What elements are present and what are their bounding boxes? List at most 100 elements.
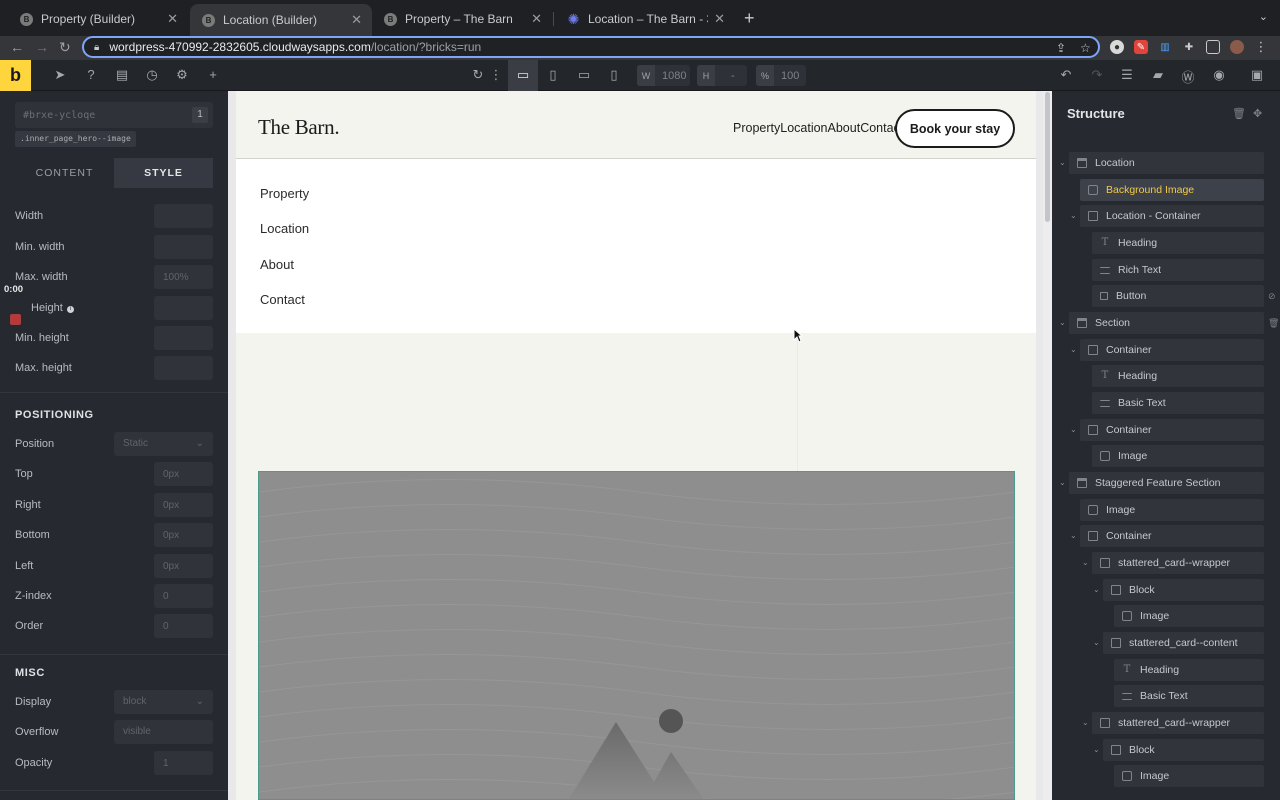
structure-icon[interactable]: ☰ bbox=[1119, 67, 1135, 83]
z-index-input[interactable]: 0 bbox=[154, 584, 213, 608]
chevron-down-icon[interactable]: ⌄ bbox=[1059, 158, 1066, 167]
tablet-portrait-icon[interactable]: ▯ bbox=[545, 67, 561, 83]
height-input[interactable] bbox=[154, 296, 213, 320]
structure-item[interactable]: Basic Text bbox=[1092, 392, 1264, 414]
wordpress-icon[interactable]: Ⓦ bbox=[1180, 67, 1196, 86]
refresh-icon[interactable]: ↻ bbox=[470, 67, 486, 83]
record-stop-icon[interactable] bbox=[10, 314, 21, 325]
structure-item[interactable]: T Heading bbox=[1092, 232, 1264, 254]
structure-item[interactable]: T Heading bbox=[1092, 365, 1264, 387]
structure-item[interactable]: Location - Container bbox=[1080, 205, 1264, 227]
sidepanel-icon[interactable] bbox=[1206, 40, 1220, 54]
chevron-down-icon[interactable]: ⌄ bbox=[1093, 638, 1100, 647]
structure-item[interactable]: Section bbox=[1069, 312, 1264, 334]
new-tab-icon[interactable]: + bbox=[744, 8, 755, 29]
extensions-puzzle-icon[interactable]: ✚ bbox=[1182, 40, 1196, 54]
chevron-down-icon[interactable]: ⌄ bbox=[1093, 585, 1100, 594]
structure-item[interactable]: T Heading bbox=[1114, 659, 1264, 681]
structure-item[interactable]: Rich Text bbox=[1092, 259, 1264, 281]
structure-item[interactable]: Container bbox=[1080, 419, 1264, 441]
left-input[interactable]: 0px bbox=[154, 554, 213, 578]
tab-property-the-barn[interactable]: B Property – The Barn ✕ bbox=[372, 6, 552, 32]
element-id-field[interactable]: #brxe-ycloqe bbox=[15, 102, 213, 128]
desktop-icon[interactable]: ▭ bbox=[515, 67, 531, 83]
scale-field[interactable]: % 100 bbox=[756, 65, 806, 86]
pages-icon[interactable]: ▤ bbox=[114, 67, 130, 83]
trash-icon[interactable]: 🗑︎ bbox=[1232, 107, 1246, 120]
structure-item[interactable]: Container bbox=[1080, 339, 1264, 361]
add-icon[interactable]: + bbox=[205, 67, 221, 82]
max-width-input[interactable]: 100% bbox=[154, 265, 213, 289]
width-field[interactable]: W 1080 bbox=[637, 65, 690, 86]
profile-avatar[interactable] bbox=[1230, 40, 1244, 54]
bookmark-star-icon[interactable]: ☆ bbox=[1080, 41, 1091, 55]
history-icon[interactable]: ◷ bbox=[144, 67, 160, 83]
display-select[interactable]: block ⌄ bbox=[114, 690, 213, 714]
nav-link-location[interactable]: Location bbox=[780, 121, 827, 135]
height-field[interactable]: H - bbox=[697, 65, 747, 86]
structure-item[interactable]: stattered_card--wrapper bbox=[1092, 552, 1264, 574]
nav-link-property[interactable]: Property bbox=[733, 121, 780, 135]
undo-icon[interactable]: ↶ bbox=[1058, 67, 1074, 83]
right-input[interactable]: 0px bbox=[154, 493, 213, 517]
chevron-down-icon[interactable]: ⌄ bbox=[1070, 345, 1077, 354]
structure-item[interactable]: Image bbox=[1092, 445, 1264, 467]
tab-property-builder[interactable]: B Property (Builder) ✕ bbox=[8, 6, 188, 32]
reload-icon[interactable]: ↻ bbox=[59, 39, 71, 56]
width-input[interactable] bbox=[154, 204, 213, 228]
mobile-nav-property[interactable]: Property bbox=[260, 186, 309, 201]
chevron-down-icon[interactable]: ⌄ bbox=[1093, 745, 1100, 754]
preview-eye-icon[interactable]: ◉ bbox=[1211, 67, 1227, 83]
chevron-down-icon[interactable]: ⌄ bbox=[1059, 478, 1066, 487]
expand-icon[interactable]: ✥ bbox=[1253, 107, 1262, 120]
share-icon[interactable]: ⇪ bbox=[1056, 41, 1066, 55]
canvas-scrollbar-thumb[interactable] bbox=[1045, 92, 1050, 222]
tab-location-builder[interactable]: B Location (Builder) ✕ bbox=[190, 4, 372, 36]
opacity-input[interactable]: 1 bbox=[154, 751, 213, 775]
structure-item[interactable]: Image bbox=[1114, 605, 1264, 627]
hide-icon[interactable]: ⊘ bbox=[1268, 291, 1276, 302]
close-icon[interactable]: ✕ bbox=[714, 11, 725, 27]
misc-heading[interactable]: MISC bbox=[15, 667, 45, 679]
position-select[interactable]: Static ⌄ bbox=[114, 432, 213, 456]
extension-pen-icon[interactable]: ✎ bbox=[1134, 40, 1148, 54]
chevron-down-icon[interactable]: ⌄ bbox=[1082, 718, 1089, 727]
structure-item[interactable]: Button bbox=[1092, 285, 1264, 307]
chevron-down-icon[interactable]: ⌄ bbox=[1070, 425, 1077, 434]
site-brand[interactable]: The Barn. bbox=[258, 115, 340, 140]
chevron-down-icon[interactable]: ⌄ bbox=[1070, 531, 1077, 540]
settings-gear-icon[interactable]: ⚙ bbox=[174, 67, 190, 83]
nav-link-about[interactable]: About bbox=[828, 121, 861, 135]
class-chip[interactable]: .inner_page_hero--image bbox=[15, 131, 136, 147]
structure-item[interactable]: Block bbox=[1103, 579, 1264, 601]
close-icon[interactable]: ✕ bbox=[351, 12, 362, 28]
tablet-landscape-icon[interactable]: ▭ bbox=[576, 67, 592, 83]
mobile-nav-contact[interactable]: Contact bbox=[260, 292, 305, 307]
tab-location-the-barn[interactable]: ✺ Location – The Barn - 31 August ✕ bbox=[555, 6, 735, 32]
structure-item[interactable]: Basic Text bbox=[1114, 685, 1264, 707]
help-icon[interactable]: ? bbox=[83, 67, 99, 82]
structure-item[interactable]: Container bbox=[1080, 525, 1264, 547]
forward-icon[interactable]: → bbox=[35, 39, 49, 55]
min-width-input[interactable] bbox=[154, 235, 213, 259]
structure-item[interactable]: Staggered Feature Section bbox=[1069, 472, 1264, 494]
folder-icon[interactable]: ▰ bbox=[1150, 67, 1166, 83]
more-icon[interactable]: ⋮ bbox=[488, 67, 504, 83]
structure-item[interactable]: Background Image bbox=[1080, 179, 1264, 201]
redo-icon[interactable]: ↷ bbox=[1089, 67, 1105, 83]
chevron-down-icon[interactable]: ⌄ bbox=[1082, 558, 1089, 567]
chevron-down-icon[interactable]: ⌄ bbox=[1070, 211, 1077, 220]
save-icon[interactable]: ▣ bbox=[1249, 67, 1265, 83]
browser-menu-icon[interactable]: ⋮ bbox=[1254, 39, 1268, 54]
min-height-input[interactable] bbox=[154, 326, 213, 350]
extension-chart-icon[interactable]: ▥ bbox=[1158, 40, 1172, 54]
structure-item[interactable]: stattered_card--wrapper bbox=[1092, 712, 1264, 734]
overflow-input[interactable]: visible bbox=[114, 720, 213, 744]
max-height-input[interactable] bbox=[154, 356, 213, 380]
book-your-stay-button[interactable]: Book your stay bbox=[895, 109, 1015, 148]
mobile-nav-about[interactable]: About bbox=[260, 257, 294, 272]
trash-icon[interactable]: 🗑︎ bbox=[1268, 318, 1279, 329]
close-icon[interactable]: ✕ bbox=[531, 11, 542, 27]
tab-style[interactable]: STYLE bbox=[114, 158, 213, 188]
back-icon[interactable]: ← bbox=[10, 39, 24, 55]
